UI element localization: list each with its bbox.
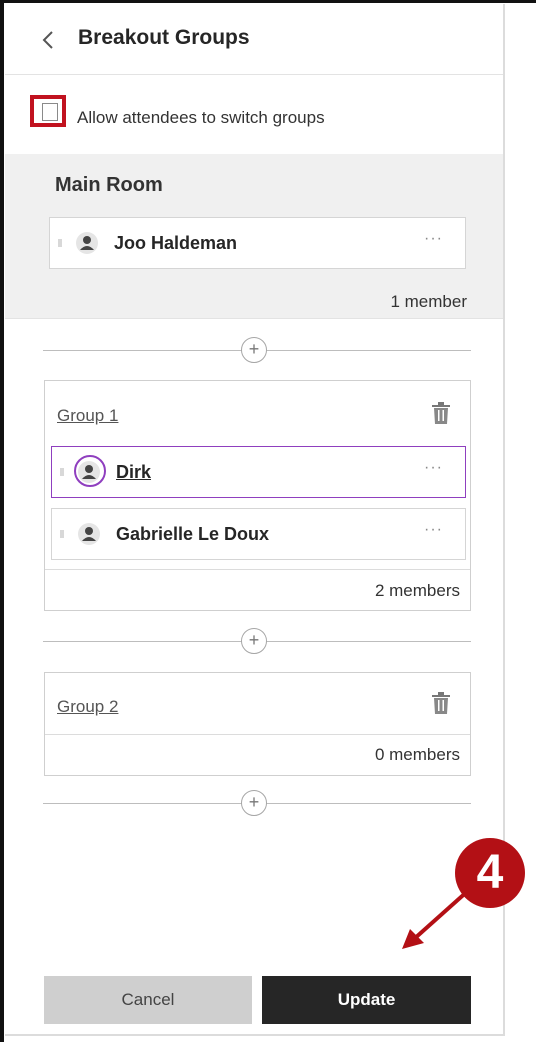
member-name: Gabrielle Le Doux	[116, 524, 270, 544]
switch-groups-label[interactable]: Allow attendees to switch groups	[77, 108, 325, 128]
user-icon	[76, 232, 98, 254]
page-title: Breakout Groups	[78, 26, 250, 49]
screenshot-frame-top	[0, 0, 536, 3]
update-button[interactable]: Update	[262, 976, 471, 1024]
member-count: 0 members	[374, 745, 460, 764]
member-name[interactable]: Dirk	[116, 462, 151, 483]
group-footer-divider	[45, 734, 470, 735]
trash-icon[interactable]	[430, 401, 452, 425]
drag-handle-icon[interactable]	[60, 468, 64, 476]
annotation-arrow-icon	[402, 887, 472, 949]
user-icon	[78, 523, 100, 545]
more-options-icon[interactable]: ···	[424, 230, 443, 248]
member-row-selected[interactable]: Dirk ···	[51, 446, 466, 498]
member-count: 1 member	[390, 292, 467, 311]
add-group-divider: +	[43, 790, 471, 818]
main-room-section: Main Room Joo Haldeman ··· 1 member	[5, 154, 503, 319]
group-card: Group 1 Dirk ··· Gabrielle Le Doux ··· 2…	[44, 380, 471, 611]
add-group-divider: +	[43, 628, 471, 656]
checkbox-highlight-annotation	[30, 95, 66, 127]
trash-icon[interactable]	[430, 691, 452, 715]
more-options-icon[interactable]: ···	[424, 459, 443, 477]
member-row[interactable]: Joo Haldeman ···	[49, 217, 466, 269]
panel-header: Breakout Groups	[5, 4, 503, 75]
member-count: 2 members	[374, 581, 460, 600]
group-footer-divider	[45, 569, 470, 570]
cancel-button[interactable]: Cancel	[44, 976, 252, 1024]
add-group-icon[interactable]: +	[241, 790, 267, 816]
switch-groups-setting: Allow attendees to switch groups	[5, 75, 503, 155]
add-group-divider: +	[43, 337, 471, 365]
member-row[interactable]: Gabrielle Le Doux ···	[51, 508, 466, 560]
group-card: Group 2 0 members	[44, 672, 471, 776]
user-icon	[78, 461, 100, 483]
drag-handle-icon[interactable]	[58, 239, 62, 247]
add-group-icon[interactable]: +	[241, 337, 267, 363]
main-room-title: Main Room	[55, 174, 163, 196]
breakout-groups-panel: Breakout Groups Allow attendees to switc…	[5, 4, 505, 1036]
drag-handle-icon[interactable]	[60, 530, 64, 538]
add-group-icon[interactable]: +	[241, 628, 267, 654]
switch-groups-checkbox[interactable]	[42, 103, 58, 121]
screenshot-frame-left	[0, 0, 4, 1042]
group-title[interactable]: Group 1	[57, 406, 118, 426]
group-title[interactable]: Group 2	[57, 697, 118, 717]
chevron-left-icon[interactable]	[37, 28, 61, 52]
member-name: Joo Haldeman	[114, 233, 238, 253]
more-options-icon[interactable]: ···	[424, 521, 443, 539]
